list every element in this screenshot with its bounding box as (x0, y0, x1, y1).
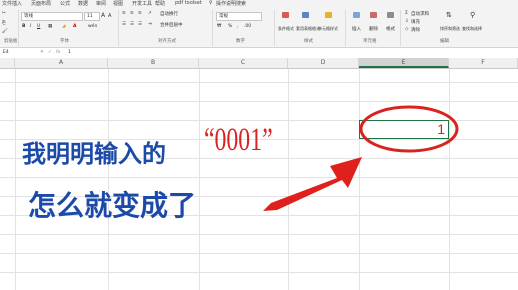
annotation-line-1: 我明明输入的 (22, 140, 166, 168)
highlight-ellipse (359, 105, 459, 153)
red-arrow (263, 157, 362, 211)
annotation-line-2: 怎么就变成了 (28, 189, 197, 222)
annotation-quoted-value: “0001” (204, 122, 273, 158)
